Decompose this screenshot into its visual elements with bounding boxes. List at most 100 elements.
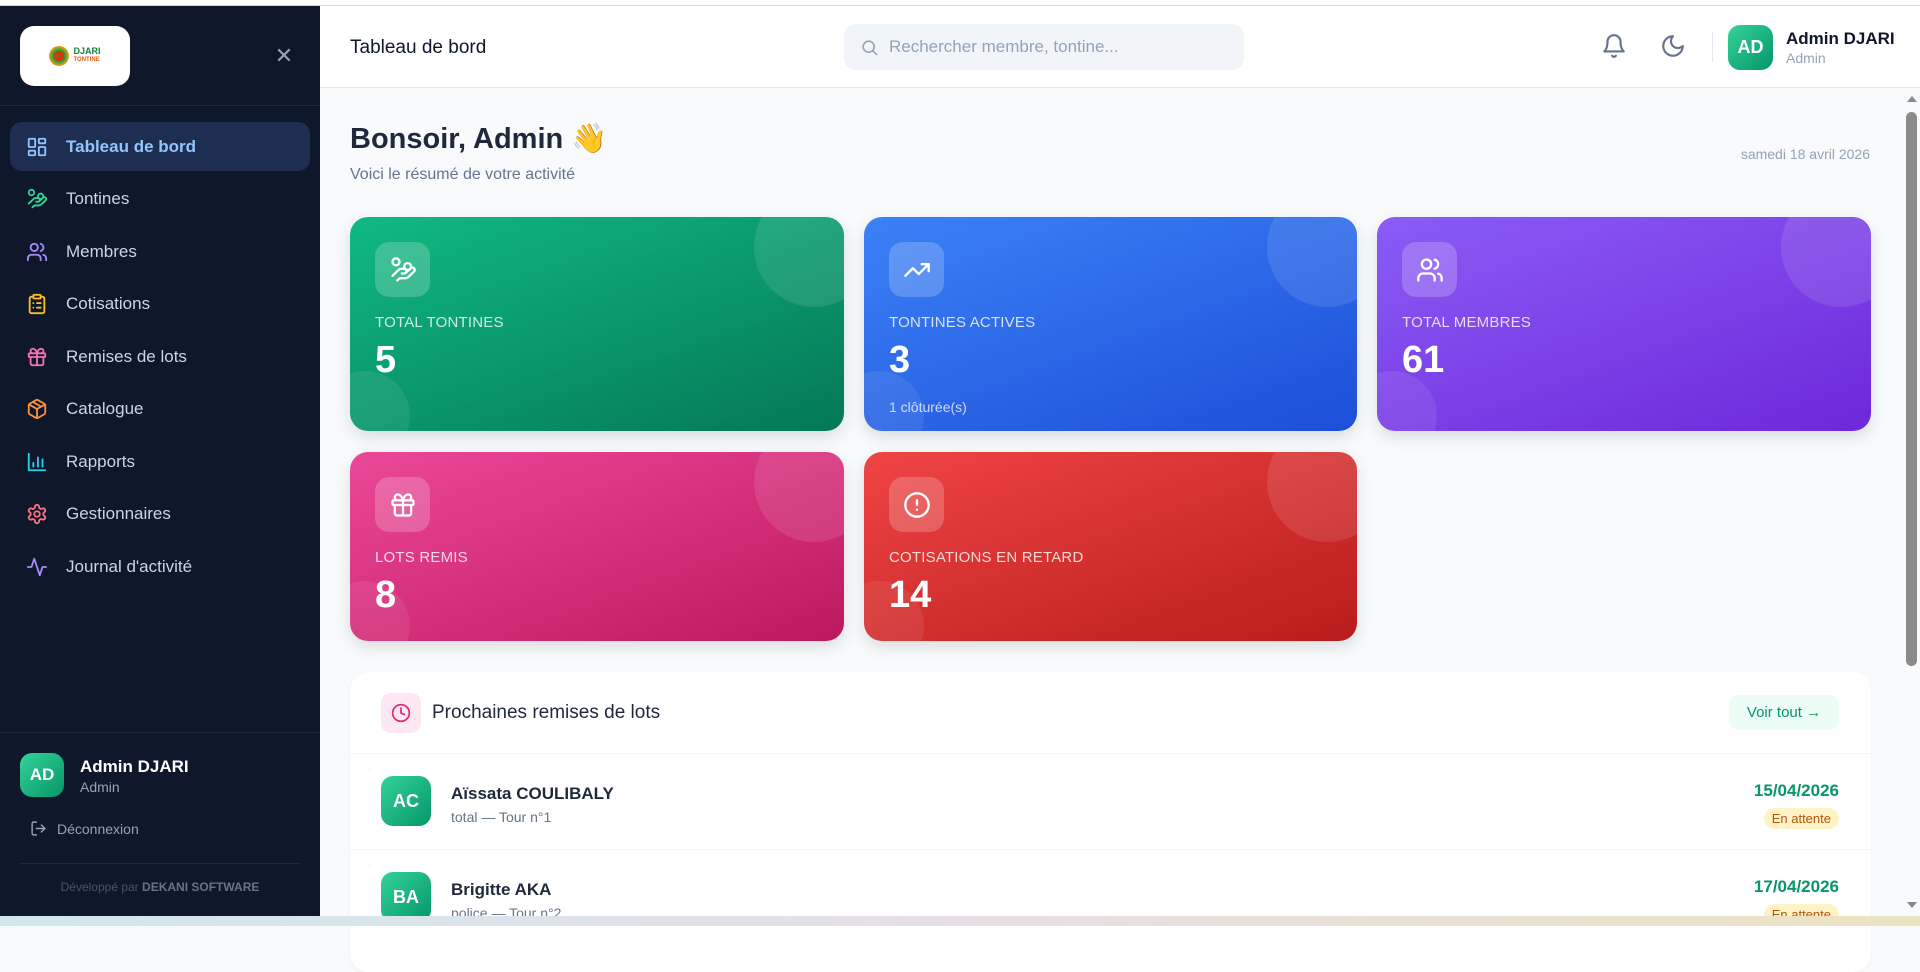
sidebar-item-catalogue[interactable]: Catalogue [10,384,310,433]
trending-up-icon [903,262,930,277]
divider [1712,32,1713,62]
stat-icon-box [375,242,430,297]
sidebar-item-cotisations[interactable]: Cotisations [10,279,310,328]
stat-label: LOTS REMIS [375,549,468,566]
activity-icon [26,557,48,576]
logout-button[interactable]: Déconnexion [30,820,139,837]
sidebar-item-gestionnaires[interactable]: Gestionnaires [10,489,310,538]
member-avatar: AC [381,776,431,826]
divider [20,863,300,864]
sidebar-item-label: Tableau de bord [66,136,197,156]
divider [0,732,320,733]
member-detail: total — Tour n°1 [451,809,552,825]
upcoming-lots-panel: Prochaines remises de lots Voir tout → A… [350,672,1871,972]
search-input[interactable] [889,37,1229,57]
sidebar-item-label: Catalogue [66,398,144,418]
taskbar-strip [0,916,1920,926]
stat-value: 61 [1402,339,1445,381]
sidebar-item-journal-d-activite[interactable]: Journal d'activité [10,542,310,591]
remise-date: 17/04/2026 [1753,877,1839,896]
sidebar-item-remises-de-lots[interactable]: Remises de lots [10,332,310,381]
user-name: Admin DJARI [80,757,189,776]
settings-icon [27,503,47,524]
close-sidebar-button[interactable]: ✕ [272,44,296,68]
stat-label: TONTINES ACTIVES [889,314,1036,331]
greeting-heading: Bonsoir, Admin 👋 [350,123,608,155]
current-date: samedi 18 avril 2026 [1740,146,1870,162]
users-icon [1416,257,1443,282]
decor-circle [1267,452,1357,542]
sidebar-item-label: Gestionnaires [66,503,171,523]
scrollbar[interactable] [1903,88,1920,916]
hand-coins-icon [27,188,48,208]
dark-mode-toggle[interactable] [1660,33,1688,61]
search-bar[interactable] [844,24,1244,70]
stat-label: TOTAL TONTINES [375,314,504,331]
header-user-role: Admin [1786,50,1826,66]
remise-date: 15/04/2026 [1753,781,1839,800]
sidebar-item-label: Membres [66,241,137,261]
bar-chart-icon [27,452,47,471]
page-title: Tableau de bord [350,37,487,58]
header-user-name[interactable]: Admin DJARI [1786,29,1895,49]
stat-card-total-tontines[interactable]: TOTAL TONTINES 5 [350,217,844,431]
user-role: Admin [80,779,120,795]
stat-card-lots-remis[interactable]: LOTS REMIS 8 [350,452,844,641]
sidebar-item-rapports[interactable]: Rapports [10,437,310,486]
list-item[interactable]: BA Brigitte AKA police — Tour n°2 17/04/… [350,849,1871,945]
decor-circle [1267,217,1357,307]
avatar: AD [20,753,64,797]
stat-card-cotisations-en-retard[interactable]: COTISATIONS EN RETARD 14 [864,452,1357,641]
member-name: Aïssata COULIBALY [451,784,614,803]
stat-card-tontines-actives[interactable]: TONTINES ACTIVES 3 1 clôturée(s) [864,217,1357,431]
stat-value: 3 [889,339,911,381]
scroll-down-arrow-icon[interactable] [1907,902,1917,908]
footer-prefix: Développé par [60,880,139,894]
stat-subtext: 1 clôturée(s) [889,399,967,415]
sidebar: DJARI TONTINE ✕ Tableau de bord Tontines … [0,6,320,916]
sidebar-item-tontines[interactable]: Tontines [10,174,310,223]
logout-icon [31,821,46,836]
stat-label: COTISATIONS EN RETARD [889,549,1084,566]
clock-icon [391,703,411,723]
sidebar-item-label: Tontines [66,188,130,208]
stat-icon-box [889,477,944,532]
sidebar-item-membres[interactable]: Membres [10,227,310,276]
top-header: Tableau de bord AD Admin DJARI Admin [320,6,1920,88]
scroll-up-arrow-icon[interactable] [1907,96,1917,102]
stat-icon-box [375,477,430,532]
sidebar-item-tableau-de-bord[interactable]: Tableau de bord [10,122,310,171]
panel-icon-box [381,693,421,733]
sidebar-item-label: Rapports [66,451,135,471]
alert-circle-icon [903,491,930,518]
logo-mark-icon [49,46,70,66]
scrollbar-thumb[interactable] [1906,112,1917,666]
stat-value: 5 [375,339,397,381]
notifications-button[interactable] [1601,33,1629,61]
logo-text: DJARI TONTINE [73,46,101,64]
stat-icon-box [1402,242,1457,297]
status-badge: En attente [1763,808,1839,829]
decor-circle [754,217,844,307]
clipboard-icon [28,293,46,314]
hand-coins-icon [390,256,416,282]
decor-circle [1781,217,1871,307]
stat-value: 8 [375,574,397,616]
list-item[interactable]: AC Aïssata COULIBALY total — Tour n°1 15… [350,753,1871,849]
logout-label: Déconnexion [57,820,139,837]
greeting-subtitle: Voici le résumé de votre activité [350,166,575,183]
package-icon [27,398,47,419]
stat-label: TOTAL MEMBRES [1402,314,1532,331]
sidebar-item-label: Journal d'activité [66,556,193,576]
app-logo[interactable]: DJARI TONTINE [20,26,130,86]
stat-icon-box [889,242,944,297]
view-all-button[interactable]: Voir tout → [1729,695,1839,730]
sidebar-item-label: Remises de lots [66,346,187,366]
panel-title: Prochaines remises de lots [432,702,661,723]
stat-value: 14 [889,574,932,616]
users-icon [26,242,48,261]
divider [0,105,320,106]
footer-brand: DEKANI SOFTWARE [142,880,260,894]
stat-card-total-membres[interactable]: TOTAL MEMBRES 61 [1377,217,1871,431]
header-avatar[interactable]: AD [1728,25,1773,70]
